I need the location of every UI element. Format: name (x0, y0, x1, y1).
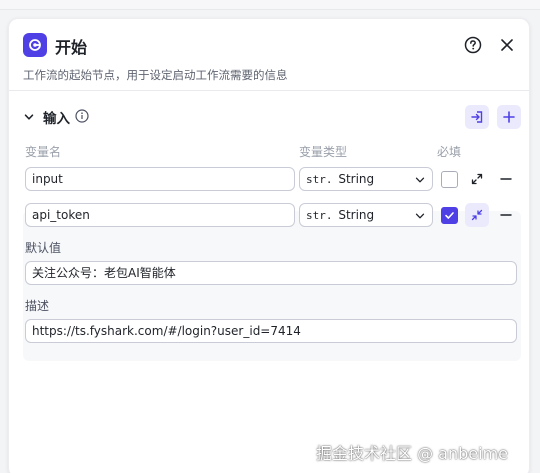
variable-name-input[interactable]: input (25, 167, 295, 191)
add-variable-button[interactable] (497, 105, 521, 129)
remove-row-icon[interactable] (499, 172, 513, 186)
column-header-name: 变量名 (25, 145, 62, 159)
column-header-type: 变量类型 (299, 145, 348, 159)
start-node-panel: 开始 工作流的起始节点，用于设定启动工作流需要的信息 输入 变量名 变量类型 必… (8, 18, 530, 473)
check-icon (445, 212, 454, 219)
variable-name-input[interactable]: api_token (25, 203, 295, 227)
expand-icon[interactable] (465, 167, 489, 191)
chevron-down-icon (415, 213, 425, 219)
info-icon[interactable] (75, 109, 89, 123)
collapse-icon[interactable] (465, 203, 489, 227)
variable-type-select[interactable]: str. String (299, 167, 433, 191)
top-bar (0, 0, 540, 10)
description-input[interactable]: https://ts.fyshark.com/#/login?user_id=7… (25, 319, 517, 343)
help-icon[interactable] (463, 35, 483, 55)
variable-type-select[interactable]: str. String (299, 203, 433, 227)
panel-header: 开始 工作流的起始节点，用于设定启动工作流需要的信息 (9, 19, 529, 91)
node-description: 工作流的起始节点，用于设定启动工作流需要的信息 (23, 68, 288, 82)
watermark: 掘金技术社区 @ anbeime (316, 444, 508, 463)
page-title: 开始 (55, 38, 88, 57)
chevron-down-icon[interactable] (21, 109, 37, 125)
type-value: String (338, 172, 375, 186)
input-section-header: 输入 (9, 103, 529, 133)
required-checkbox[interactable] (441, 207, 458, 224)
required-checkbox[interactable] (441, 171, 458, 188)
default-value-label: 默认值 (25, 241, 62, 255)
import-button[interactable] (465, 105, 489, 129)
chevron-down-icon (415, 177, 425, 183)
type-prefix: str. (306, 209, 333, 222)
column-header-required: 必填 (437, 145, 462, 159)
close-icon[interactable] (497, 35, 517, 55)
type-prefix: str. (306, 173, 333, 186)
type-value: String (338, 208, 375, 222)
section-title: 输入 (43, 111, 70, 127)
remove-row-icon[interactable] (499, 208, 513, 222)
description-label: 描述 (25, 299, 50, 313)
start-node-icon (23, 33, 47, 57)
default-value-input[interactable]: 关注公众号：老包AI智能体 (25, 261, 517, 285)
